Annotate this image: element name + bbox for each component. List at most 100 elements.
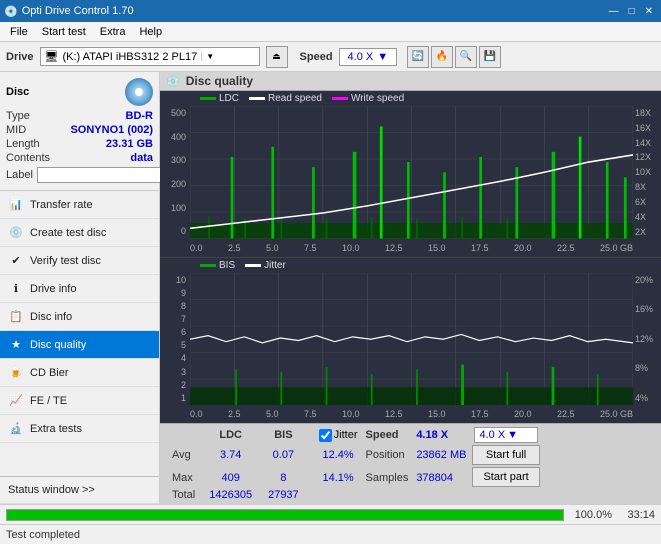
stats-jitter-checkbox-cell: Jitter — [315, 427, 362, 443]
chart1-x-2_5: 2.5 — [228, 243, 241, 253]
stats-total-bis: 27937 — [260, 489, 307, 501]
chart1-x-7_5: 7.5 — [304, 243, 317, 253]
disc-label-label: Label — [6, 169, 33, 181]
sidebar-item-disc-quality[interactable]: ★ Disc quality — [0, 331, 159, 359]
chart2-x-22_5: 22.5 — [557, 409, 575, 419]
disc-header: Disc — [6, 78, 153, 106]
chart2-x-2_5: 2.5 — [228, 409, 241, 419]
menu-help[interactable]: Help — [133, 24, 168, 40]
progress-bar-inner — [7, 510, 563, 520]
save-button[interactable]: 💾 — [479, 46, 501, 68]
chart1-y-r-4: 4X — [635, 212, 661, 222]
stats-max-label: Max — [166, 466, 201, 489]
menu-start-test[interactable]: Start test — [36, 24, 92, 40]
app-title: Opti Drive Control 1.70 — [22, 5, 134, 17]
stats-ldc-header: LDC — [201, 427, 260, 443]
chart1-y-0: 0 — [160, 226, 188, 236]
chart2-svg — [190, 273, 633, 406]
chart-panel-title: Disc quality — [186, 74, 253, 88]
legend-write-speed-color — [332, 97, 348, 100]
sidebar-item-status-window[interactable]: Status window >> — [0, 476, 159, 504]
chart2-y-9: 9 — [160, 288, 188, 298]
legend-write-speed-label: Write speed — [351, 93, 404, 104]
disc-mid-label: MID — [6, 124, 26, 136]
jitter-checkbox[interactable] — [319, 429, 332, 442]
chart2-legend: BIS Jitter — [160, 258, 661, 273]
fe-te-icon: 📈 — [8, 393, 24, 409]
disc-length-value: 23.31 GB — [106, 138, 153, 150]
disc-mid-value: SONYNO1 (002) — [70, 124, 153, 136]
chart1-y-axis-right: 18X 16X 14X 12X 10X 8X 6X 4X 2X — [635, 106, 661, 239]
chart2-y-6: 6 — [160, 327, 188, 337]
fe-te-label: FE / TE — [30, 395, 151, 407]
chart2-y-axis-left: 10 9 8 7 6 5 4 3 2 1 — [160, 273, 188, 406]
chart1-x-22_5: 22.5 — [557, 243, 575, 253]
burn-button[interactable]: 🔥 — [431, 46, 453, 68]
chart1-x-25: 25.0 GB — [600, 243, 633, 253]
sidebar-item-extra-tests[interactable]: 🔬 Extra tests — [0, 415, 159, 443]
sidebar-item-create-test-disc[interactable]: 💿 Create test disc — [0, 219, 159, 247]
chart2-y-r-8: 8% — [635, 363, 661, 373]
stats-bis-header: BIS — [260, 427, 307, 443]
disc-title: Disc — [6, 86, 29, 98]
chart2-y-r-12: 12% — [635, 334, 661, 344]
cd-bier-icon: 🍺 — [8, 365, 24, 381]
chart1-y-axis-left: 500 400 300 200 100 0 — [160, 106, 188, 239]
chart1-svg-container: 500 400 300 200 100 0 18X 16X 14X 12X 10… — [160, 106, 661, 257]
sidebar-item-transfer-rate[interactable]: 📊 Transfer rate — [0, 191, 159, 219]
stats-speed-dropdown-arrow: ▼ — [507, 429, 518, 441]
status-text: Test completed — [6, 529, 80, 541]
chart1-y-r-14: 14X — [635, 138, 661, 148]
chart1-y-r-18: 18X — [635, 108, 661, 118]
stats-position-value: 23862 MB — [412, 443, 470, 466]
drive-label: Drive — [6, 51, 34, 63]
speed-selector[interactable]: 4.0 X ▼ — [339, 48, 398, 66]
stats-speed-combo-cell: 4.0 X ▼ — [470, 427, 541, 443]
jitter-checkbox-label[interactable]: Jitter — [319, 429, 358, 442]
sidebar-item-disc-info[interactable]: 📋 Disc info — [0, 303, 159, 331]
disc-contents-label: Contents — [6, 152, 50, 164]
sidebar-item-fe-te[interactable]: 📈 FE / TE — [0, 387, 159, 415]
close-button[interactable]: ✕ — [641, 5, 657, 18]
chart1-x-20: 20.0 — [514, 243, 532, 253]
start-full-button[interactable]: Start full — [472, 445, 539, 465]
chart1-x-5: 5.0 — [266, 243, 279, 253]
maximize-button[interactable]: □ — [625, 5, 639, 18]
menu-file[interactable]: File — [4, 24, 34, 40]
cd-bier-label: CD Bier — [30, 367, 151, 379]
sidebar-item-drive-info[interactable]: ℹ Drive info — [0, 275, 159, 303]
chart2-x-20: 20.0 — [514, 409, 532, 419]
refresh-button[interactable]: 🔄 — [407, 46, 429, 68]
minimize-button[interactable]: — — [605, 5, 623, 18]
legend-read-speed-label: Read speed — [268, 93, 322, 104]
stats-speed-selector[interactable]: 4.0 X ▼ — [474, 427, 537, 443]
disc-label-input[interactable] — [37, 167, 175, 183]
menu-extra[interactable]: Extra — [94, 24, 132, 40]
drive-selector[interactable]: 🖥 (K:) ATAPI iHBS312 2 PL17 ▼ — [40, 47, 260, 66]
status-window-label: Status window >> — [8, 484, 151, 496]
speed-dropdown-arrow: ▼ — [377, 51, 388, 63]
chart2-y-4: 4 — [160, 353, 188, 363]
chart1-y-200: 200 — [160, 179, 188, 189]
sidebar-item-cd-bier[interactable]: 🍺 CD Bier — [0, 359, 159, 387]
legend-write-speed: Write speed — [332, 93, 404, 104]
chart1-x-15: 15.0 — [428, 243, 446, 253]
scan-button[interactable]: 🔍 — [455, 46, 477, 68]
eject-button[interactable]: ⏏ — [266, 46, 288, 68]
stats-total-label: Total — [166, 489, 201, 501]
stats-total-ldc: 1426305 — [201, 489, 260, 501]
chart1-y-r-2: 2X — [635, 227, 661, 237]
sidebar-item-verify-test-disc[interactable]: ✔ Verify test disc — [0, 247, 159, 275]
main-layout: Disc Type BD-R MID SONYNO1 (002) Length … — [0, 72, 661, 504]
legend-bis: BIS — [200, 260, 235, 271]
chart2-y-5: 5 — [160, 340, 188, 350]
start-buttons-cell: Start full Start part — [470, 443, 541, 489]
extra-tests-label: Extra tests — [30, 423, 151, 435]
stats-max-jitter: 14.1% — [315, 466, 362, 489]
legend-read-speed-color — [249, 97, 265, 100]
chart1-y-500: 500 — [160, 108, 188, 118]
legend-jitter-label: Jitter — [264, 260, 286, 271]
stats-avg-bis: 0.07 — [260, 443, 307, 466]
start-part-button[interactable]: Start part — [472, 467, 539, 487]
disc-type-row: Type BD-R — [6, 110, 153, 122]
